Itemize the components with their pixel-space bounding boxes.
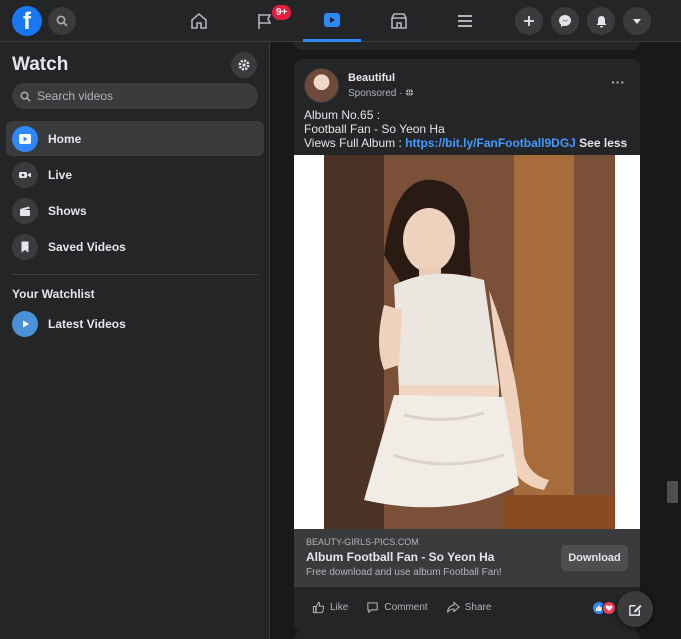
create-button[interactable] xyxy=(515,7,543,35)
messenger-button[interactable] xyxy=(551,7,579,35)
post-text-line: Views Full Album : https://bit.ly/FanFoo… xyxy=(304,136,634,150)
post-media[interactable] xyxy=(294,155,640,529)
thumbs-up-icon xyxy=(312,601,325,613)
next-post-card xyxy=(294,631,640,639)
post-text-line: Football Fan - So Yeon Ha xyxy=(304,122,445,136)
search-icon xyxy=(56,15,68,27)
caret-down-icon xyxy=(633,19,641,24)
compose-icon xyxy=(628,604,642,616)
post-actions: Like Comment Share xyxy=(294,595,640,619)
avatar[interactable] xyxy=(304,68,339,103)
bookmark-icon xyxy=(12,233,38,260)
sponsored-label: Sponsored · xyxy=(348,88,414,99)
download-button[interactable]: Download xyxy=(561,545,628,571)
comment-icon xyxy=(367,601,379,613)
reaction-summary[interactable] xyxy=(592,601,616,615)
sidebar-item-saved-videos[interactable]: Saved Videos xyxy=(6,229,264,264)
share-label: Share xyxy=(464,601,492,613)
share-button[interactable]: Share xyxy=(446,600,492,614)
search-button[interactable] xyxy=(48,7,76,35)
post-text-line: Album No.65 : xyxy=(304,108,381,122)
new-message-button[interactable] xyxy=(617,591,653,627)
home-icon xyxy=(191,12,207,29)
sidebar-item-label: Latest Videos xyxy=(48,316,126,331)
notifications-button[interactable] xyxy=(587,7,615,35)
search-icon xyxy=(20,91,31,102)
tab-home[interactable] xyxy=(170,0,228,42)
play-icon xyxy=(12,125,38,152)
post-photo[interactable] xyxy=(324,155,615,529)
play-circle-icon xyxy=(12,310,38,337)
tab-watch[interactable] xyxy=(303,0,361,42)
sidebar-item-live[interactable]: Live xyxy=(6,157,264,192)
ad-description: Free download and use album Football Fan… xyxy=(306,567,502,578)
sponsored-post: Beautiful Sponsored · ··· Album No.65 : … xyxy=(294,59,640,631)
page-name[interactable]: Beautiful xyxy=(348,72,395,84)
comment-label: Comment xyxy=(384,601,428,613)
page-scrollbar[interactable] xyxy=(663,42,681,639)
share-icon xyxy=(446,600,460,613)
ad-link-preview[interactable]: BEAUTY-GIRLS-PICS.COM Album Football Fan… xyxy=(294,529,640,587)
ad-domain: BEAUTY-GIRLS-PICS.COM xyxy=(306,537,419,547)
live-camera-icon xyxy=(12,161,38,188)
more-icon: ··· xyxy=(611,74,625,90)
watchlist-heading: Your Watchlist xyxy=(12,287,95,301)
watch-sidebar: Watch Home Live Shows Saved Videos Your … xyxy=(0,42,270,639)
account-menu-button[interactable] xyxy=(623,7,651,35)
gear-icon xyxy=(238,59,250,71)
globe-icon xyxy=(406,88,414,97)
sidebar-item-label: Home xyxy=(48,131,82,146)
search-videos-input[interactable] xyxy=(37,89,247,103)
watch-settings-button[interactable] xyxy=(231,52,257,78)
sponsored-text: Sponsored · xyxy=(348,88,403,99)
sidebar-item-label: Live xyxy=(48,167,73,182)
like-button[interactable]: Like xyxy=(312,601,348,614)
photo-illustration xyxy=(324,155,615,529)
search-videos-field[interactable] xyxy=(12,83,258,109)
menu-icon xyxy=(458,15,472,27)
post-text-prefix: Views Full Album : xyxy=(304,136,406,150)
love-reaction-icon xyxy=(602,601,616,615)
comment-button[interactable]: Comment xyxy=(366,601,428,614)
messenger-icon xyxy=(559,15,571,27)
previous-post-card xyxy=(294,42,640,50)
marketplace-icon xyxy=(391,13,407,29)
sidebar-item-shows[interactable]: Shows xyxy=(6,193,264,228)
watch-icon xyxy=(324,12,340,27)
sidebar-item-label: Saved Videos xyxy=(48,239,126,254)
tab-marketplace[interactable] xyxy=(370,0,428,42)
top-navigation-bar: f 9+ xyxy=(0,0,681,42)
sidebar-item-latest-videos[interactable]: Latest Videos xyxy=(6,306,264,341)
clapper-icon xyxy=(12,197,38,224)
ad-title[interactable]: Album Football Fan - So Yeon Ha xyxy=(306,550,494,564)
facebook-logo[interactable]: f xyxy=(12,6,42,36)
sidebar-item-label: Shows xyxy=(48,203,87,218)
post-options-button[interactable]: ··· xyxy=(607,71,629,93)
watch-feed: Beautiful Sponsored · ··· Album No.65 : … xyxy=(271,42,663,639)
tab-menu[interactable] xyxy=(436,0,494,42)
notification-badge: 9+ xyxy=(272,5,292,20)
sidebar-item-home[interactable]: Home xyxy=(6,121,264,156)
scrollbar-thumb[interactable] xyxy=(667,481,678,503)
bell-icon xyxy=(596,15,606,27)
like-label: Like xyxy=(330,601,349,613)
see-less-button[interactable]: See less xyxy=(579,136,627,150)
sidebar-divider xyxy=(12,274,258,275)
sidebar-title: Watch xyxy=(12,54,69,75)
post-text: Album No.65 : Football Fan - So Yeon Ha … xyxy=(304,108,634,150)
plus-icon xyxy=(524,16,534,26)
post-link[interactable]: https://bit.ly/FanFootball9DGJ xyxy=(405,136,576,150)
